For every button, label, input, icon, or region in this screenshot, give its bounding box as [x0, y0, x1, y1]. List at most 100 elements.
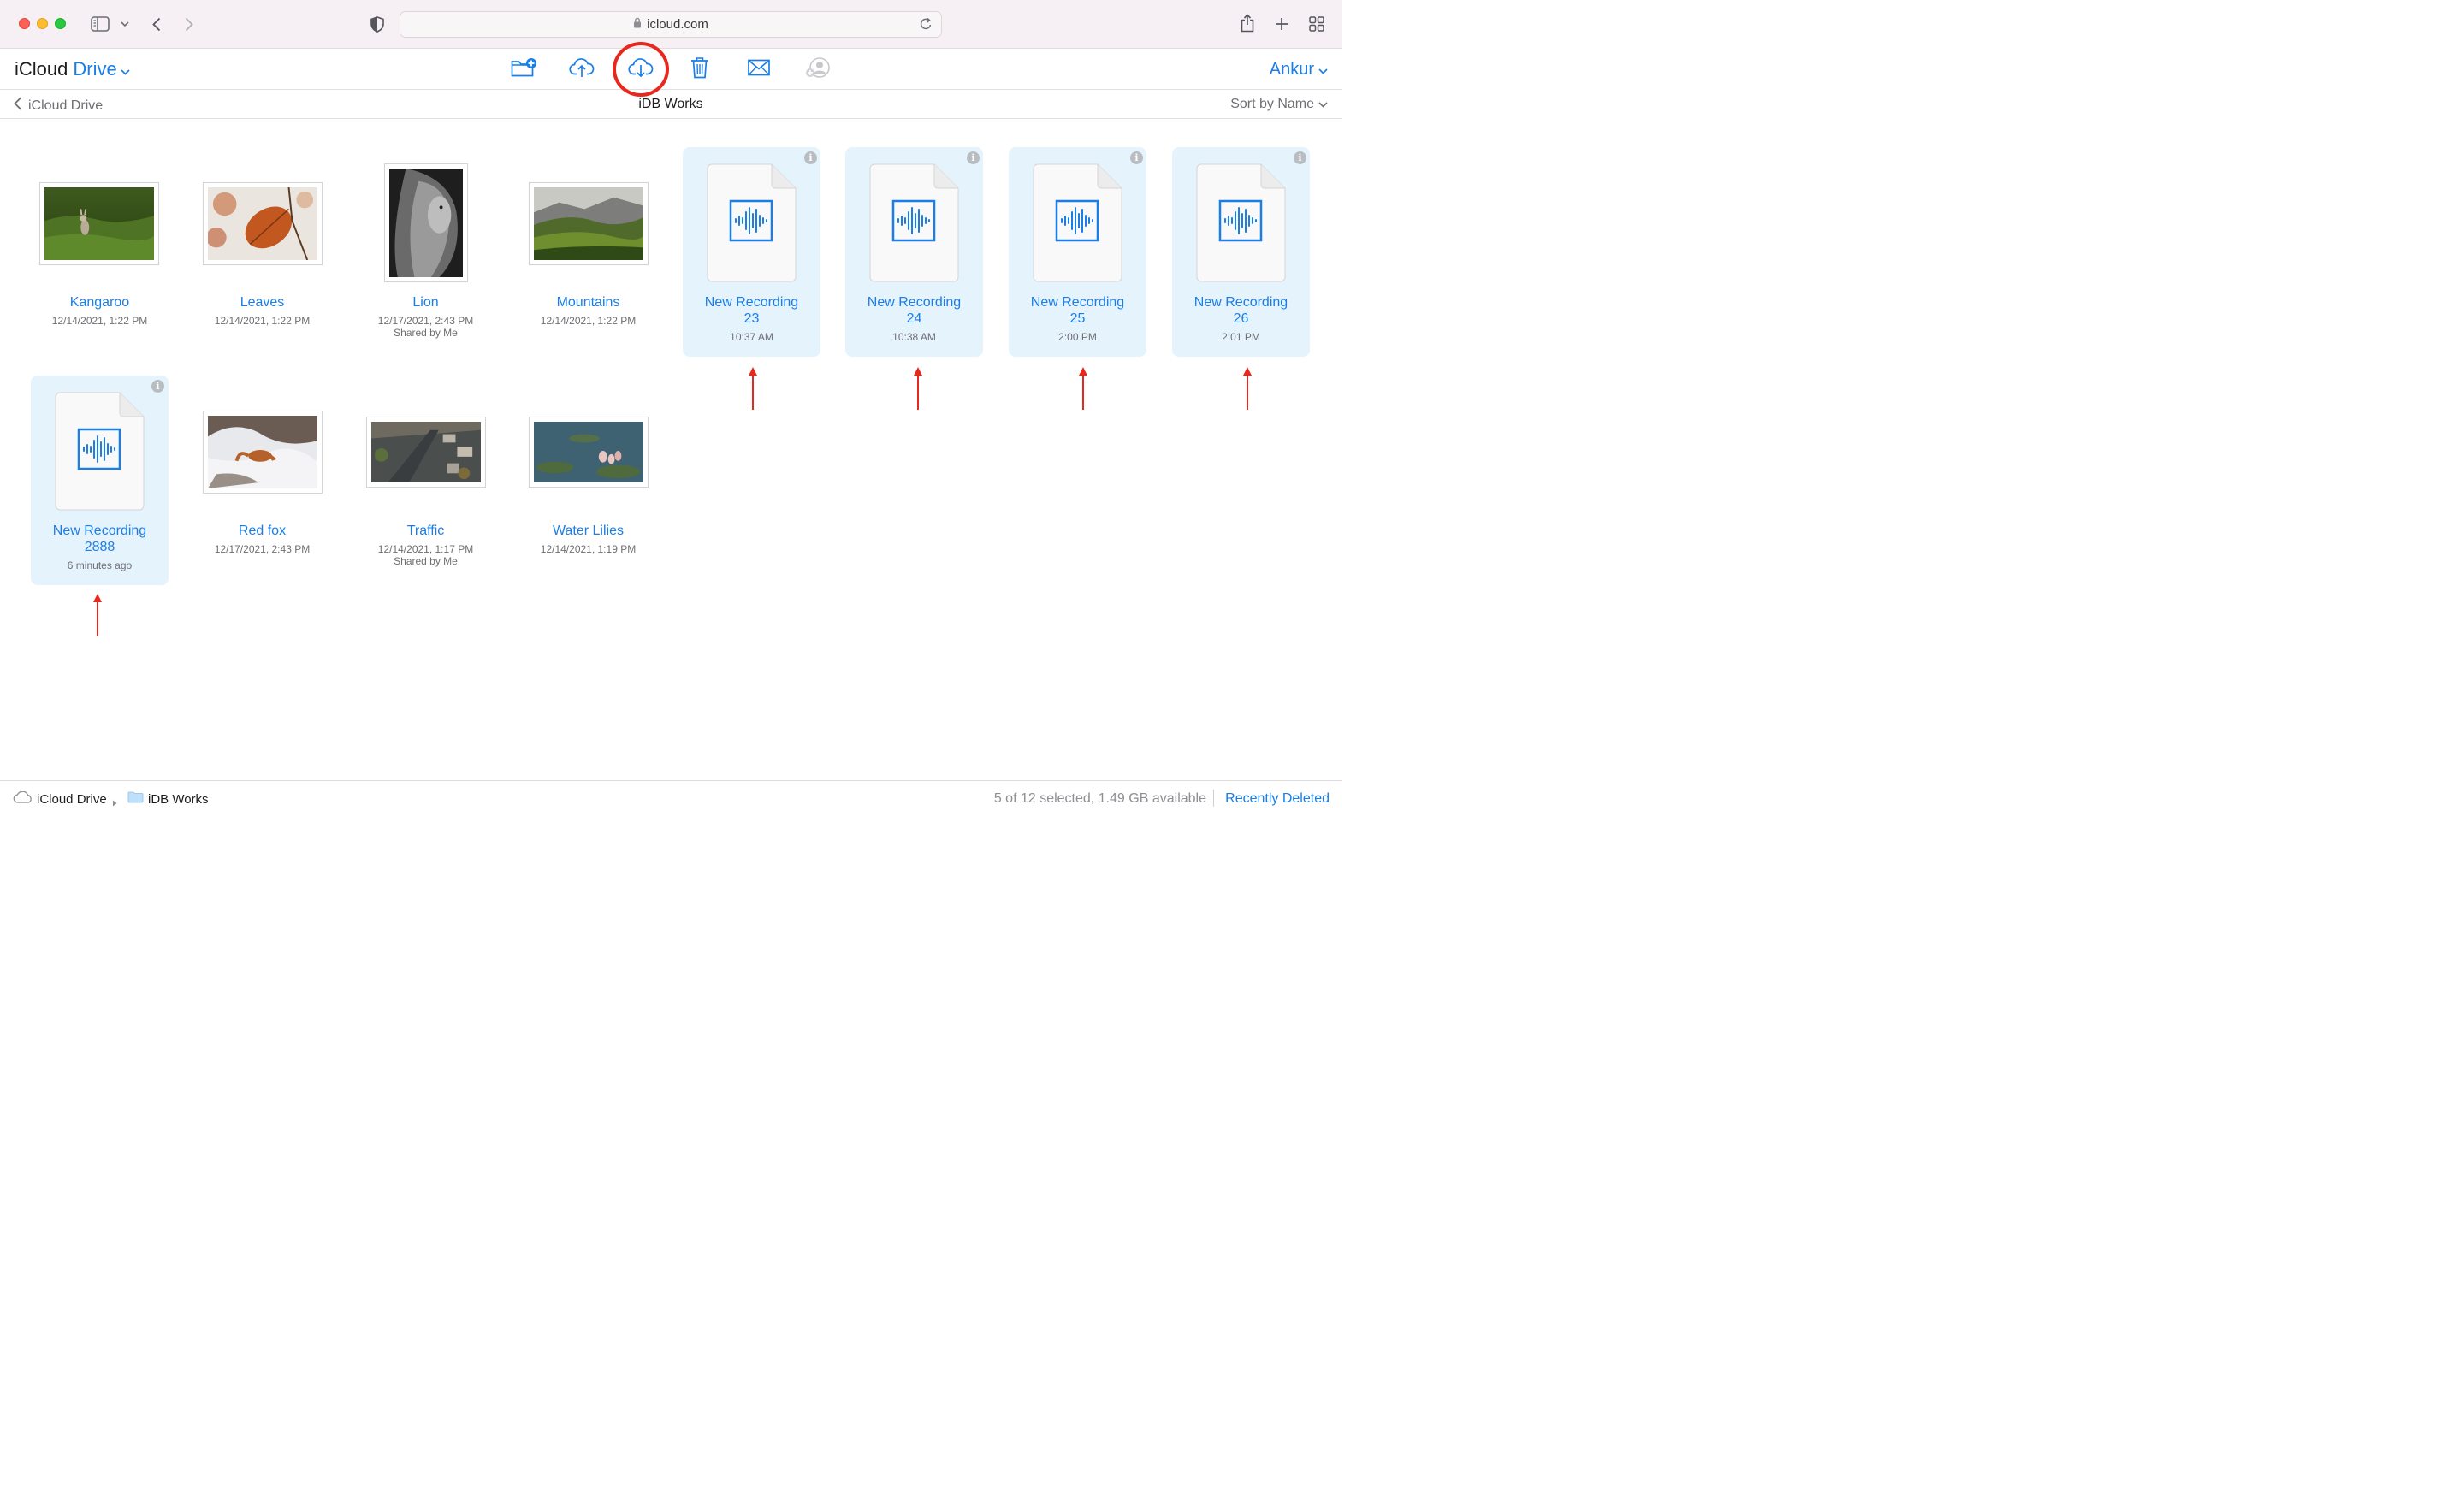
file-name: New Recording [704, 295, 799, 310]
breadcrumb-icloud-drive[interactable]: iCloud Drive [13, 790, 107, 807]
trash-icon [690, 56, 709, 83]
forward-icon[interactable] [182, 15, 196, 33]
file-meta: 2:01 PM [1222, 331, 1260, 343]
info-icon[interactable]: i [151, 380, 164, 393]
email-icon [748, 59, 770, 80]
file-meta: 12/14/2021, 1:22 PM [540, 315, 637, 327]
new-tab-icon[interactable] [1273, 15, 1290, 33]
file-item-kangaroo[interactable]: Kangaroo 12/14/2021, 1:22 PM [31, 147, 169, 357]
close-window-button[interactable] [19, 18, 30, 29]
audio-file-icon [55, 392, 145, 511]
breadcrumb-root-label: iCloud Drive [37, 791, 107, 807]
file-meta: 12/17/2021, 2:43 PM [214, 543, 311, 555]
add-person-icon [805, 56, 831, 83]
file-name: Kangaroo [69, 295, 130, 310]
status-bar: iCloud Drive iDB Works 5 of 12 selected,… [0, 780, 1342, 815]
file-name: New Recording [52, 524, 147, 538]
file-name: Traffic [406, 524, 445, 538]
new-folder-button[interactable] [510, 56, 537, 83]
audio-file-icon [1033, 163, 1122, 282]
delete-button[interactable] [686, 56, 714, 83]
app-switcher[interactable]: iCloud Drive [15, 58, 130, 80]
upload-icon [569, 57, 595, 82]
file-name: New Recording [1030, 295, 1125, 310]
file-item-mountains[interactable]: Mountains 12/14/2021, 1:22 PM [519, 147, 657, 357]
add-person-button[interactable] [804, 56, 832, 83]
file-meta: 10:37 AM [730, 331, 773, 343]
info-icon[interactable]: i [804, 151, 817, 164]
file-item-new-recording-25[interactable]: i New Recording 25 2:00 PM [1009, 147, 1146, 357]
audio-file-icon [869, 163, 959, 282]
file-item-new-recording-2888[interactable]: i New Recording 2888 6 minutes ago [31, 376, 169, 585]
file-name-line2: 24 [906, 311, 922, 326]
file-meta: 6 minutes ago [67, 559, 133, 571]
file-item-traffic[interactable]: Traffic 12/14/2021, 1:17 PM Shared by Me [357, 376, 495, 585]
file-name: Lion [412, 295, 439, 310]
traffic-photo [371, 422, 481, 482]
chevron-down-icon [1318, 97, 1328, 112]
address-bar[interactable]: icloud.com [400, 11, 942, 38]
file-name-line2: 23 [743, 311, 760, 326]
file-shared-note: Shared by Me [394, 555, 458, 567]
minimize-window-button[interactable] [37, 18, 48, 29]
file-item-new-recording-26[interactable]: i New Recording 26 2:01 PM [1172, 147, 1310, 357]
share-icon[interactable] [1239, 13, 1256, 33]
file-name-line2: 26 [1233, 311, 1249, 326]
file-item-leaves[interactable]: Leaves 12/14/2021, 1:22 PM [193, 147, 331, 357]
icloud-header: iCloud Drive Ankur [0, 49, 1342, 90]
back-icon[interactable] [150, 15, 163, 33]
footer-divider [1213, 790, 1214, 807]
info-icon[interactable]: i [1294, 151, 1306, 164]
info-icon[interactable]: i [967, 151, 980, 164]
annotation-arrow [1243, 367, 1252, 410]
file-meta: 10:38 AM [892, 331, 936, 343]
chevron-down-icon [1318, 60, 1328, 80]
audio-file-icon [1196, 163, 1286, 282]
brand-icloud: iCloud [15, 58, 68, 80]
chevron-down-icon[interactable] [120, 19, 130, 29]
info-icon[interactable]: i [1130, 151, 1143, 164]
sort-label: Sort by Name [1230, 97, 1314, 111]
lock-icon [633, 17, 642, 32]
tab-overview-icon[interactable] [1308, 15, 1325, 33]
recently-deleted-link[interactable]: Recently Deleted [1225, 791, 1330, 807]
file-meta: 12/14/2021, 1:22 PM [51, 315, 148, 327]
annotation-arrow [93, 594, 102, 636]
red-fox-photo [208, 416, 317, 488]
folder-nav-bar: iCloud Drive iDB Works Sort by Name [0, 90, 1342, 119]
file-item-water-lilies[interactable]: Water Lilies 12/14/2021, 1:19 PM [519, 376, 657, 585]
cloud-icon [13, 790, 33, 807]
selection-status: 5 of 12 selected, 1.49 GB available [993, 791, 1206, 806]
annotation-arrow [1079, 367, 1087, 410]
file-item-new-recording-24[interactable]: i New Recording 24 10:38 AM [845, 147, 983, 357]
user-name: Ankur [1269, 60, 1314, 79]
new-folder-icon [511, 57, 537, 82]
file-item-new-recording-23[interactable]: i New Recording 23 10:37 AM [683, 147, 820, 357]
download-button[interactable] [627, 56, 654, 83]
file-item-lion[interactable]: Lion 12/17/2021, 2:43 PM Shared by Me [357, 147, 495, 357]
chevron-down-icon [121, 58, 130, 80]
reload-icon[interactable] [920, 17, 933, 34]
lion-photo [389, 169, 463, 277]
file-meta: 12/17/2021, 2:43 PM [377, 315, 474, 327]
breadcrumb-idb-works[interactable]: iDB Works [127, 791, 209, 807]
file-name-line2: 2888 [84, 540, 116, 554]
file-item-red-fox[interactable]: Red fox 12/17/2021, 2:43 PM [193, 376, 331, 585]
file-meta: 12/14/2021, 1:17 PM [377, 543, 474, 555]
sort-menu[interactable]: Sort by Name [1230, 97, 1328, 112]
upload-button[interactable] [568, 56, 595, 83]
breadcrumb-separator-icon [112, 796, 117, 811]
email-button[interactable] [745, 56, 773, 83]
file-name: Red fox [238, 524, 287, 538]
annotation-arrow [914, 367, 922, 410]
zoom-window-button[interactable] [55, 18, 66, 29]
file-thumbnail [203, 182, 323, 265]
sidebar-icon[interactable] [90, 15, 110, 33]
user-menu[interactable]: Ankur [1270, 60, 1328, 80]
file-meta: 12/14/2021, 1:22 PM [214, 315, 311, 327]
file-name: New Recording [1194, 295, 1288, 310]
file-thumbnail [366, 417, 486, 488]
file-shared-note: Shared by Me [394, 327, 458, 339]
file-name: New Recording [867, 295, 962, 310]
privacy-shield-icon[interactable] [370, 15, 385, 33]
